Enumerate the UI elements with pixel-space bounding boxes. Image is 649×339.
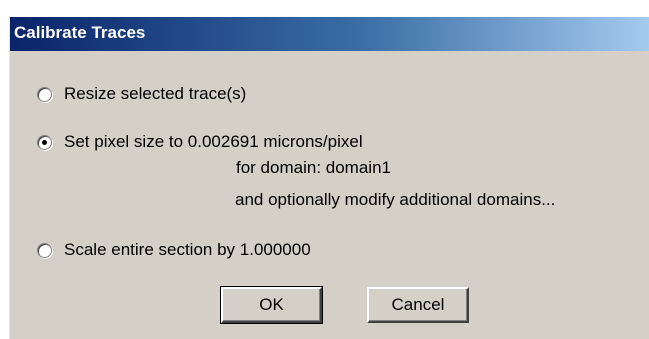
dialog-title: Calibrate Traces	[14, 23, 146, 42]
radio-selected-dot	[42, 139, 47, 145]
resize-traces-radio[interactable]	[37, 86, 52, 102]
set-pixel-size-label: Set pixel size to 0.002691 microns/pixel	[64, 132, 363, 151]
resize-traces-label: Resize selected trace(s)	[64, 84, 247, 103]
ok-button[interactable]: OK	[220, 286, 323, 324]
domain-line-text: for domain: domain1	[236, 158, 391, 177]
cancel-button[interactable]: Cancel	[367, 287, 469, 323]
modify-domains-text: and optionally modify additional domains…	[235, 190, 556, 209]
scale-section-option[interactable]: Scale entire section by 1.000000	[37, 238, 311, 262]
scale-section-radio[interactable]	[37, 242, 52, 258]
scale-section-label: Scale entire section by 1.000000	[64, 240, 311, 259]
resize-traces-option[interactable]: Resize selected trace(s)	[37, 82, 246, 106]
calibrate-traces-dialog: Calibrate Traces Resize selected trace(s…	[9, 17, 649, 339]
set-pixel-size-radio[interactable]	[37, 134, 52, 150]
set-pixel-size-option[interactable]: Set pixel size to 0.002691 microns/pixel	[37, 130, 363, 154]
dialog-titlebar[interactable]: Calibrate Traces	[10, 17, 649, 51]
